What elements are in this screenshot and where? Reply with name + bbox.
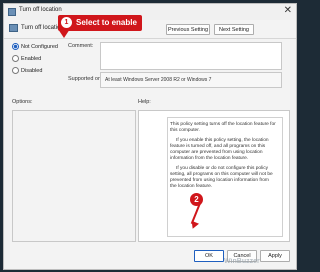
- radio-label: Enabled: [21, 55, 42, 62]
- radio-label: Not Configured: [21, 43, 58, 50]
- radio-label: Disabled: [21, 67, 43, 74]
- radio-indicator-selected: [12, 43, 19, 50]
- step1-arrow-icon: [58, 29, 70, 38]
- help-paragraph: If you disable or do not configure this …: [170, 166, 273, 189]
- setting-header: Turn off location Previous Setting Next …: [4, 20, 296, 39]
- apply-button[interactable]: Apply: [260, 250, 290, 262]
- radio-indicator: [12, 67, 19, 74]
- options-pane: [12, 110, 136, 242]
- step1-text: Select to enable: [76, 18, 137, 27]
- close-icon[interactable]: ✕: [284, 5, 292, 17]
- window-title: Turn off location: [19, 7, 62, 13]
- ok-button[interactable]: OK: [194, 250, 224, 262]
- policy-dialog-window: Turn off location ✕ Turn off location Pr…: [3, 3, 297, 270]
- supported-on-value: At least Windows Server 2008 R2 or Windo…: [105, 77, 212, 83]
- comment-field[interactable]: [100, 42, 282, 70]
- watermark-logo: WinBuzzer: [224, 258, 260, 265]
- radio-disabled[interactable]: Disabled: [12, 67, 42, 74]
- title-bar: Turn off location ✕: [4, 4, 296, 20]
- radio-indicator: [12, 55, 19, 62]
- policy-icon: [8, 8, 16, 16]
- supported-on-label: Supported on:: [68, 76, 103, 82]
- radio-enabled[interactable]: Enabled: [12, 55, 41, 62]
- radio-not-configured[interactable]: Not Configured: [12, 43, 58, 50]
- next-setting-button[interactable]: Next Setting: [214, 24, 254, 35]
- step1-callout: 1 Select to enable: [58, 15, 142, 31]
- setting-icon: [9, 24, 18, 32]
- step2-number: 2: [190, 193, 203, 206]
- help-text: This policy setting turns off the locati…: [170, 122, 276, 194]
- comment-label: Comment:: [68, 43, 94, 49]
- help-paragraph: If you enable this policy setting, the l…: [170, 138, 269, 161]
- help-paragraph: This policy setting turns off the locati…: [170, 122, 276, 133]
- step1-number: 1: [61, 17, 72, 28]
- options-label: Options:: [12, 99, 33, 105]
- previous-setting-button[interactable]: Previous Setting: [166, 24, 210, 35]
- help-label: Help:: [138, 99, 151, 105]
